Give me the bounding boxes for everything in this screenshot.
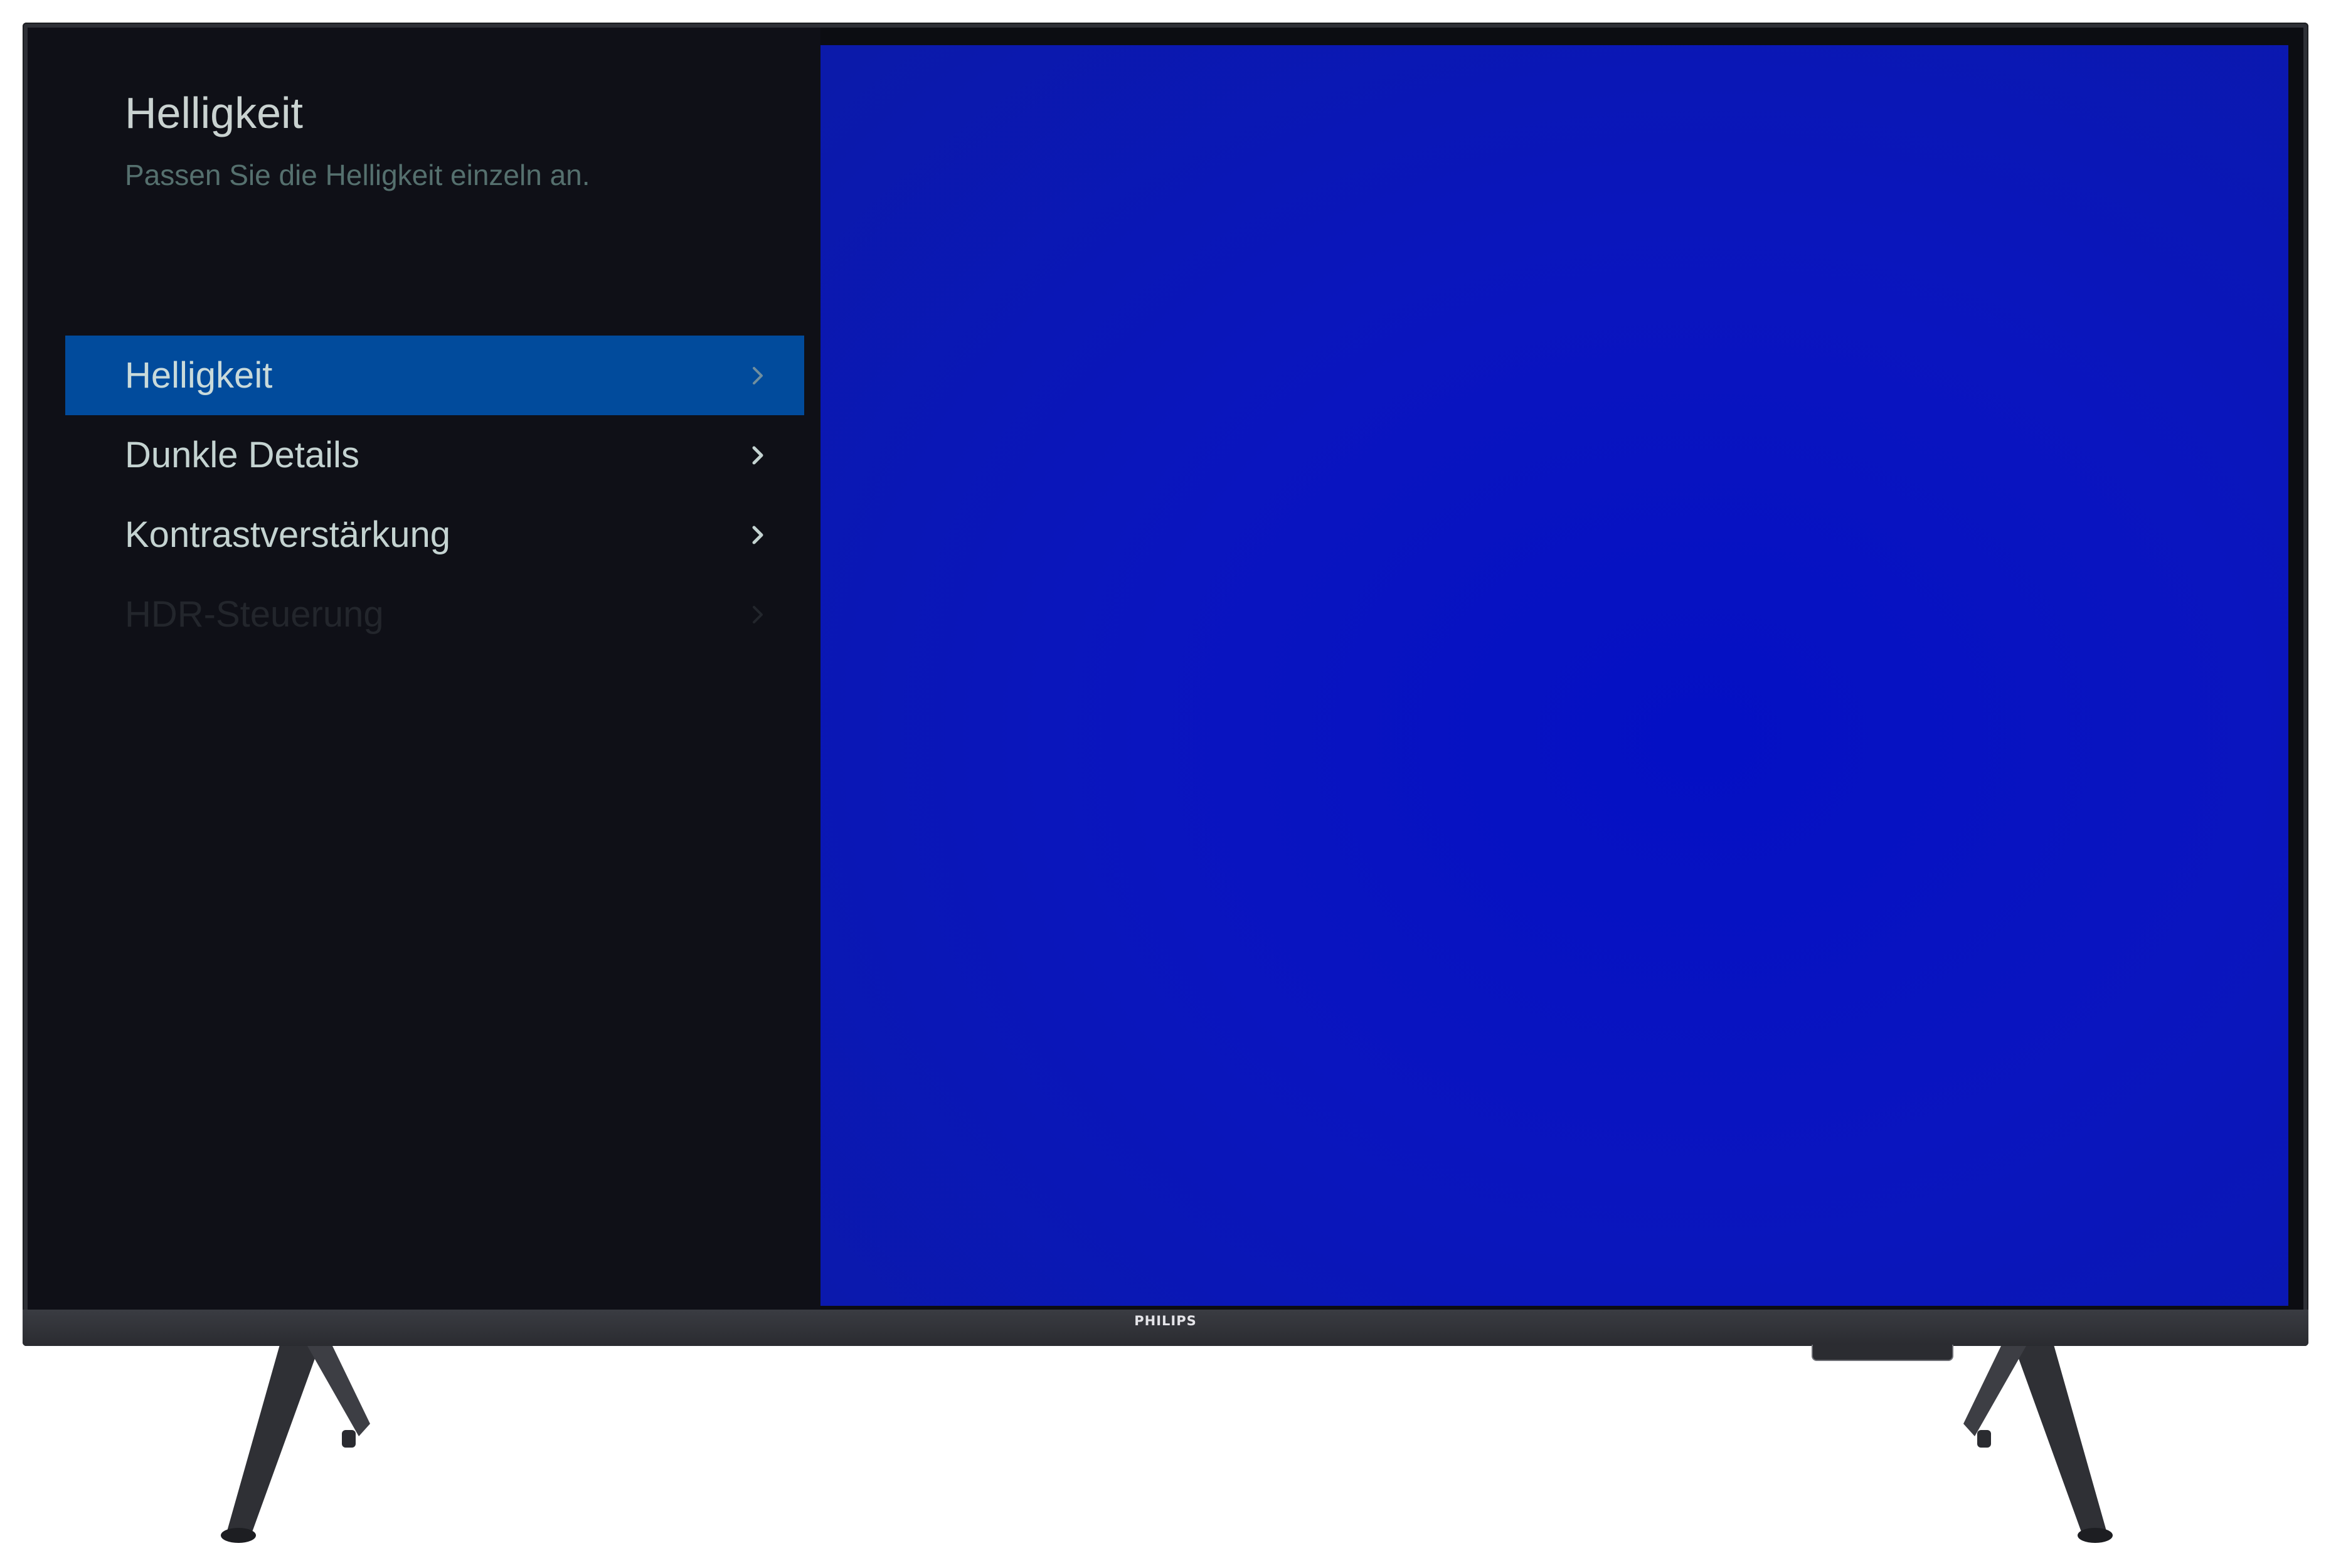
menu-item-kontrastverstaerkung[interactable]: Kontrastverstärkung bbox=[65, 495, 804, 575]
menu-item-dunkle-details[interactable]: Dunkle Details bbox=[65, 415, 804, 495]
menu-item-hdr-steuerung: HDR-Steuerung bbox=[65, 575, 804, 654]
chevron-right-icon bbox=[746, 364, 769, 387]
settings-menu-list: Helligkeit Dunkle Details Kontrastverstä… bbox=[65, 336, 804, 654]
tv-screen: Helligkeit Passen Sie die Helligkeit ein… bbox=[28, 28, 2303, 1310]
chevron-right-icon bbox=[746, 444, 769, 467]
ir-sensor-module bbox=[1812, 1345, 1953, 1361]
menu-item-label: HDR-Steuerung bbox=[125, 594, 384, 635]
stand-leg-left bbox=[221, 1336, 370, 1543]
menu-item-label: Dunkle Details bbox=[125, 435, 359, 475]
menu-item-label: Kontrastverstärkung bbox=[125, 514, 451, 555]
menu-item-helligkeit[interactable]: Helligkeit bbox=[65, 336, 804, 415]
brand-logo: PHILIPS bbox=[1134, 1313, 1197, 1328]
tv-photo: PHILIPS Helligkeit Passen Sie die Hellig… bbox=[0, 0, 2331, 1568]
panel-title: Helligkeit bbox=[125, 88, 303, 137]
chevron-right-icon bbox=[746, 524, 769, 546]
picture-preview-area bbox=[820, 45, 2288, 1306]
stand-leg-right bbox=[1963, 1336, 2113, 1543]
chevron-right-icon bbox=[746, 603, 769, 626]
menu-item-label: Helligkeit bbox=[125, 355, 273, 396]
settings-panel: Helligkeit Passen Sie die Helligkeit ein… bbox=[28, 28, 820, 1310]
panel-subtitle: Passen Sie die Helligkeit einzeln an. bbox=[125, 159, 590, 191]
